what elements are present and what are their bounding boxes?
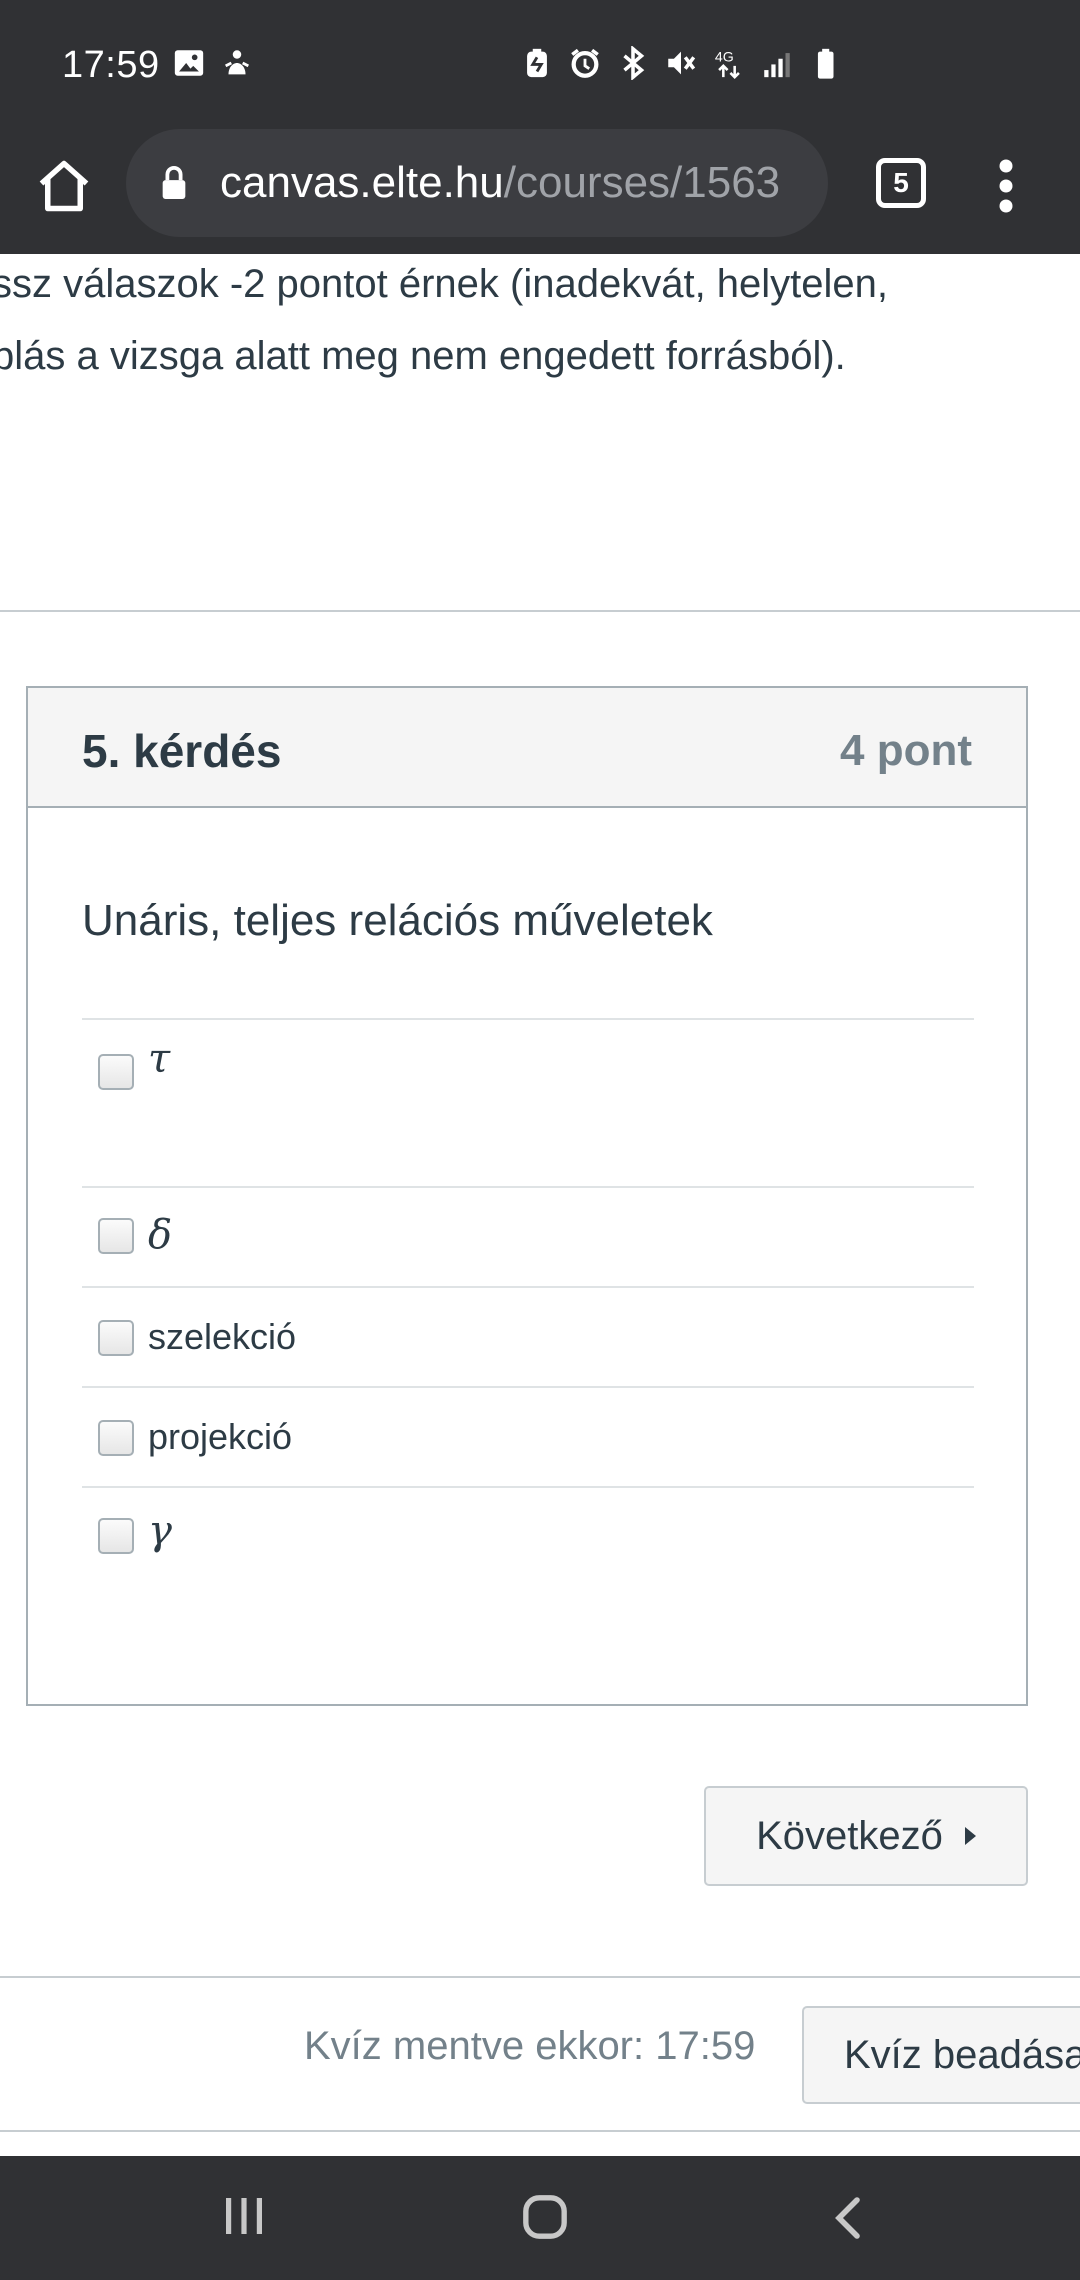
question-number: 5. kérdés: [82, 725, 282, 777]
divider: [0, 610, 1080, 612]
answer-option[interactable]: projekció: [82, 1386, 974, 1486]
svg-text:4G: 4G: [715, 50, 734, 66]
tab-count: 5: [893, 167, 909, 198]
answer-option[interactable]: γ: [82, 1486, 974, 1606]
lock-icon: [162, 165, 186, 199]
question-card: 5. kérdés 4 pont Unáris, teljes relációs…: [26, 686, 1028, 1706]
quiz-instructions: ssz válaszok -2 pontot érnek (inadekvát,…: [0, 248, 1080, 392]
mute-icon: [668, 51, 696, 75]
notification-icon: [225, 50, 249, 75]
answer-label: γ: [148, 1508, 172, 1554]
next-button[interactable]: Következő: [704, 1786, 1028, 1886]
home-icon[interactable]: [34, 156, 94, 216]
answer-checkbox[interactable]: [98, 1420, 134, 1456]
bluetooth-icon: [623, 46, 645, 80]
caret-right-icon: [964, 1827, 976, 1845]
status-bar: 17:59 4G: [0, 0, 1080, 126]
system-nav-bar: [0, 2156, 1080, 2280]
answer-list: τ δ szelekció projekció γ: [82, 1018, 974, 1606]
answer-checkbox[interactable]: [98, 1218, 134, 1254]
tab-switcher-button[interactable]: 5: [876, 158, 926, 208]
answer-label: τ: [148, 1036, 171, 1082]
answer-label: δ: [148, 1212, 173, 1258]
address-bar[interactable]: canvas.elte.hu/courses/1563: [126, 129, 828, 237]
status-right-icons: 4G: [520, 46, 842, 80]
home-nav-icon[interactable]: [522, 2194, 568, 2240]
next-button-label: Következő: [756, 1813, 943, 1858]
browser-toolbar: canvas.elte.hu/courses/1563 5: [0, 126, 1080, 254]
url-text: canvas.elte.hu/courses/1563: [220, 157, 780, 209]
divider: [0, 1976, 1080, 1978]
quiz-saved-status: Kvíz mentve ekkor: 17:59: [304, 2024, 756, 2068]
answer-label: projekció: [148, 1416, 293, 1457]
divider: [0, 2130, 1080, 2132]
question-points: 4 pont: [840, 726, 972, 775]
instructions-line-1: ssz válaszok -2 pontot érnek (inadekvát,…: [0, 262, 889, 306]
url-path: /courses/1563: [503, 158, 781, 207]
submit-quiz-button[interactable]: Kvíz beadása: [802, 2006, 1080, 2104]
question-header: 5. kérdés 4 pont: [28, 688, 1026, 808]
answer-checkbox[interactable]: [98, 1054, 134, 1090]
answer-option[interactable]: szelekció: [82, 1286, 974, 1386]
answer-label: szelekció: [148, 1316, 297, 1357]
network-4g-icon: 4G: [715, 50, 740, 79]
status-left-icons: [172, 46, 254, 80]
recent-apps-icon[interactable]: [222, 2196, 266, 2236]
url-host: canvas.elte.hu: [220, 158, 504, 207]
answer-option[interactable]: δ: [82, 1186, 974, 1286]
back-icon[interactable]: [830, 2196, 864, 2240]
battery-saver-icon: [527, 48, 547, 78]
alarm-icon: [571, 48, 599, 78]
answer-checkbox[interactable]: [98, 1518, 134, 1554]
instructions-line-2: plás a vizsga alatt meg nem engedett for…: [0, 334, 846, 378]
overflow-menu-icon[interactable]: [988, 156, 1024, 216]
status-time: 17:59: [62, 44, 160, 86]
signal-icon: [764, 53, 790, 78]
answer-option[interactable]: τ: [82, 1018, 974, 1186]
answer-checkbox[interactable]: [98, 1320, 134, 1356]
question-text: Unáris, teljes relációs műveletek: [82, 896, 713, 945]
gallery-icon: [174, 50, 204, 76]
battery-icon: [817, 48, 834, 79]
